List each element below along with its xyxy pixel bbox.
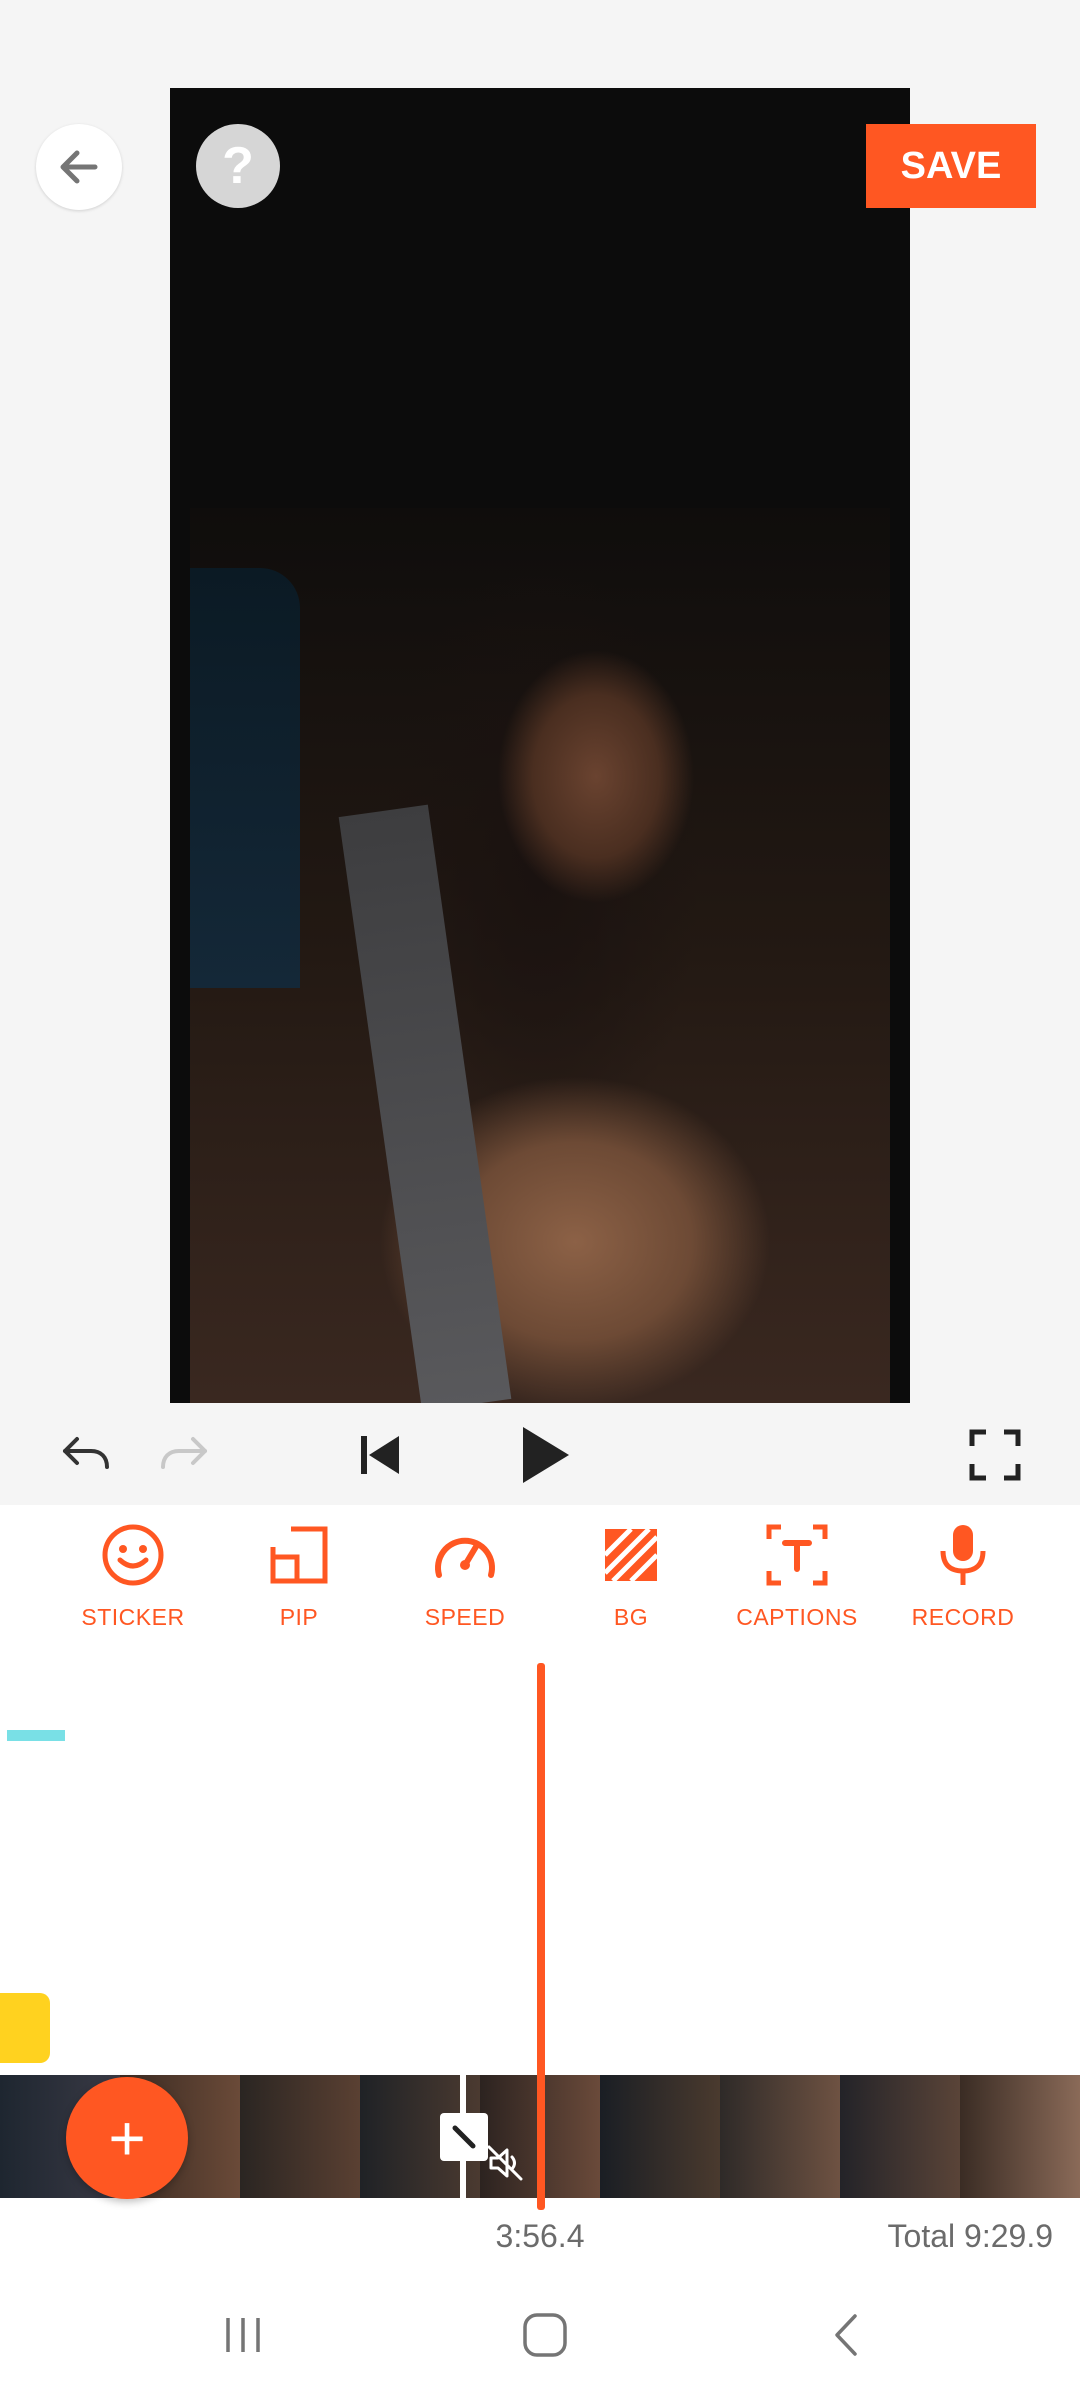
fullscreen-button[interactable] xyxy=(960,1420,1030,1490)
mute-clip-button[interactable] xyxy=(485,2143,525,2183)
transition-button[interactable] xyxy=(440,2113,488,2161)
captions-icon xyxy=(766,1524,828,1586)
clip-thumbnail xyxy=(720,2075,840,2198)
tool-pip-label: PIP xyxy=(279,1604,319,1630)
tool-bg[interactable]: BG xyxy=(556,1520,706,1650)
tool-record[interactable]: RECORD xyxy=(888,1520,1038,1650)
sticker-icon xyxy=(102,1524,164,1586)
redo-button[interactable] xyxy=(150,1420,220,1490)
text-track-clip[interactable] xyxy=(7,1730,65,1741)
skip-start-icon xyxy=(361,1436,399,1474)
undo-button[interactable] xyxy=(50,1420,120,1490)
home-icon xyxy=(523,2313,567,2357)
tool-pip[interactable]: PIP xyxy=(224,1520,374,1650)
video-frame-image xyxy=(190,508,890,1403)
add-media-button[interactable]: + xyxy=(66,2077,188,2199)
tool-bg-label: BG xyxy=(613,1604,649,1630)
undo-icon xyxy=(63,1437,109,1469)
help-button[interactable]: ? xyxy=(196,124,280,208)
recents-button[interactable] xyxy=(203,2300,283,2370)
skip-to-start-button[interactable] xyxy=(345,1420,415,1490)
car-window xyxy=(190,568,300,988)
tool-sticker[interactable]: STICKER xyxy=(58,1520,208,1650)
clip-thumbnail xyxy=(960,2075,1080,2198)
recents-icon xyxy=(226,2318,260,2352)
tool-captions[interactable]: CAPTIONS xyxy=(722,1520,872,1650)
tool-speed[interactable]: SPEED xyxy=(390,1520,540,1650)
system-back-button[interactable] xyxy=(808,2300,888,2370)
back-chevron-icon xyxy=(835,2314,857,2356)
sticker-track-clip[interactable] xyxy=(0,1993,50,2063)
tool-speed-label: SPEED xyxy=(424,1604,506,1630)
plus-icon: + xyxy=(108,2102,146,2174)
play-icon xyxy=(523,1427,569,1483)
clip-thumbnail xyxy=(240,2075,360,2198)
speedometer-icon xyxy=(435,1537,495,1578)
play-button[interactable] xyxy=(505,1415,585,1495)
question-icon: ? xyxy=(222,137,254,195)
save-button[interactable]: SAVE xyxy=(866,124,1036,208)
seatbelt xyxy=(338,804,512,1403)
video-preview[interactable] xyxy=(170,88,910,1403)
tool-sticker-label: STICKER xyxy=(81,1604,185,1630)
back-button[interactable] xyxy=(36,124,122,210)
background-icon xyxy=(603,1527,659,1583)
home-button[interactable] xyxy=(505,2300,585,2370)
total-duration: Total 9:29.9 xyxy=(887,2218,1053,2254)
pip-icon xyxy=(270,1526,328,1584)
playhead[interactable] xyxy=(537,1663,545,2210)
clip-thumbnail xyxy=(840,2075,960,2198)
microphone-icon xyxy=(940,1525,986,1585)
muted-speaker-icon xyxy=(487,2145,523,2181)
fullscreen-icon xyxy=(969,1429,1021,1481)
tool-record-label: RECORD xyxy=(911,1604,1015,1630)
current-time: 3:56.4 xyxy=(495,2218,585,2254)
redo-icon xyxy=(161,1437,207,1469)
clip-thumbnail xyxy=(600,2075,720,2198)
transition-icon xyxy=(452,2125,476,2149)
tool-captions-label: CAPTIONS xyxy=(736,1604,858,1630)
arrow-left-icon xyxy=(60,150,98,184)
